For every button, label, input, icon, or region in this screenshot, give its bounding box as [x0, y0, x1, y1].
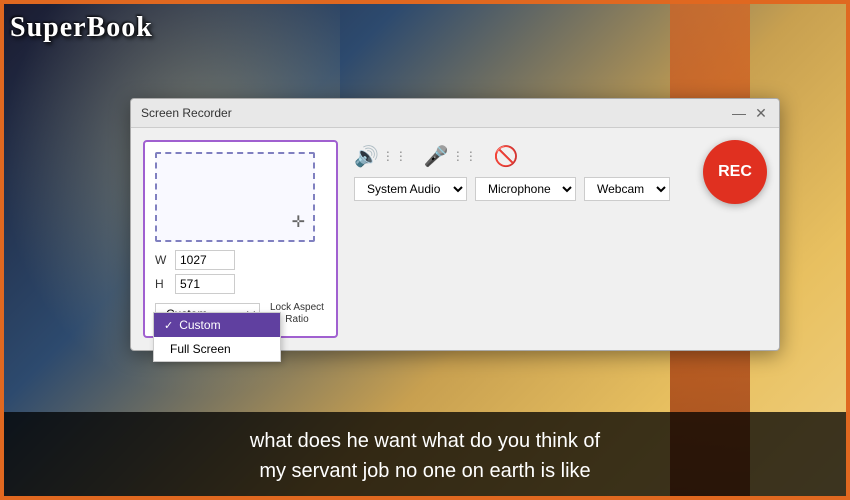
- capture-preview: ✛: [155, 152, 315, 242]
- lock-label2: Ratio: [285, 314, 308, 326]
- speaker-icon: 🔊: [354, 144, 379, 169]
- capture-dropdown-menu: ✓ Custom Full Screen: [153, 312, 281, 362]
- microphone-select[interactable]: Microphone: [475, 177, 576, 201]
- height-item: H: [155, 274, 326, 294]
- width-item: W: [155, 250, 326, 270]
- selects-column: 🔊 ⋮⋮ 🎤 ⋮⋮ 🚫 System Audio: [354, 144, 670, 201]
- dropdown-item-custom-label: Custom: [179, 318, 220, 332]
- capture-panel: ✛ W H Custom Full Screen Lock Aspect: [143, 140, 338, 338]
- audio-icon-group: 🔊 ⋮⋮: [354, 144, 408, 169]
- audio-dots: ⋮⋮: [382, 149, 408, 163]
- dropdown-item-fullscreen-label: Full Screen: [170, 342, 231, 356]
- screen-recorder-dialog: Screen Recorder — ✕ ✛ W H: [130, 98, 780, 351]
- height-input[interactable]: [175, 274, 235, 294]
- microphone-icon: 🎤: [424, 144, 449, 169]
- app-logo: SuperBook: [10, 12, 153, 44]
- system-audio-select[interactable]: System Audio: [354, 177, 467, 201]
- width-input[interactable]: [175, 250, 235, 270]
- audio-icon-row: 🔊 ⋮⋮ 🎤 ⋮⋮ 🚫: [354, 144, 670, 169]
- webcam-icon: 🚫: [494, 144, 519, 169]
- dialog-title: Screen Recorder: [141, 106, 232, 120]
- dropdown-item-custom[interactable]: ✓ Custom: [154, 313, 280, 337]
- dimensions-row: W H: [155, 250, 326, 294]
- height-label: H: [155, 277, 169, 291]
- right-controls-section: 🔊 ⋮⋮ 🎤 ⋮⋮ 🚫 System Audio: [354, 140, 767, 204]
- subtitle-line2: my servant job no one on earth is like: [10, 456, 840, 486]
- webcam-icon-group: 🚫: [494, 144, 519, 169]
- crosshair-icon: ✛: [292, 212, 305, 232]
- logo-text: SuperBook: [10, 12, 153, 43]
- dialog-window-controls: — ✕: [731, 105, 769, 121]
- dropdown-item-fullscreen[interactable]: Full Screen: [154, 337, 280, 361]
- microphone-icon-group: 🎤 ⋮⋮: [424, 144, 478, 169]
- selects-row: System Audio Microphone Webcam: [354, 177, 670, 201]
- subtitle-line1: what does he want what do you think of: [10, 426, 840, 456]
- mic-dots: ⋮⋮: [452, 149, 478, 163]
- close-button[interactable]: ✕: [753, 105, 769, 121]
- rec-button[interactable]: REC: [703, 140, 767, 204]
- dialog-titlebar: Screen Recorder — ✕: [131, 99, 779, 128]
- minimize-button[interactable]: —: [731, 105, 747, 121]
- dialog-content: ✛ W H Custom Full Screen Lock Aspect: [131, 128, 779, 350]
- checkmark-icon: ✓: [164, 319, 173, 332]
- width-label: W: [155, 253, 169, 267]
- subtitle-bar: what does he want what do you think of m…: [0, 412, 850, 500]
- webcam-select[interactable]: Webcam: [584, 177, 670, 201]
